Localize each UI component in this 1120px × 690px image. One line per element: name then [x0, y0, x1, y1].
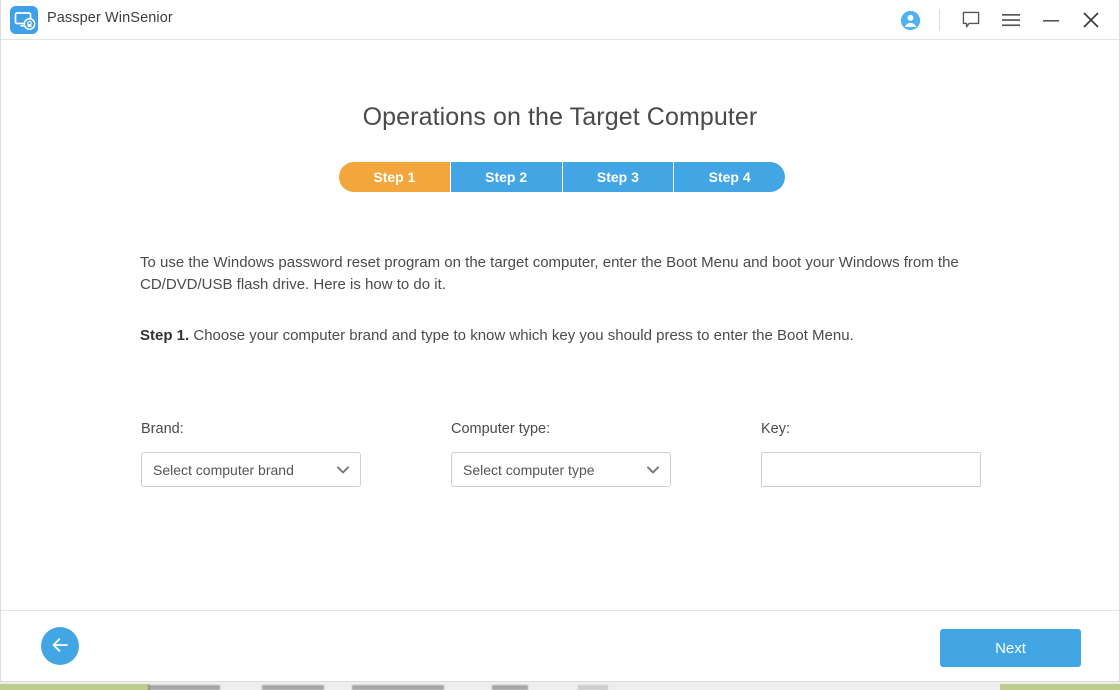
titlebar-divider — [939, 9, 940, 31]
chevron-down-icon — [647, 465, 670, 474]
tab-step-1[interactable]: Step 1 — [339, 162, 451, 192]
brand-select[interactable]: Select computer brand — [141, 452, 361, 487]
footer-bar: Next — [1, 610, 1119, 680]
close-icon[interactable] — [1076, 0, 1106, 40]
computer-type-select-value: Select computer type — [463, 461, 595, 478]
title-bar: Passper WinSenior — [1, 0, 1119, 40]
main-content: Operations on the Target Computer Step 1… — [1, 40, 1119, 610]
chevron-down-icon — [337, 465, 360, 474]
intro-paragraph: To use the Windows password reset progra… — [140, 254, 959, 293]
computer-type-select[interactable]: Select computer type — [451, 452, 671, 487]
speech-bubble-icon[interactable] — [956, 0, 986, 40]
computer-type-label: Computer type: — [451, 421, 551, 437]
page-title: Operations on the Target Computer — [362, 103, 758, 131]
step-instruction: Step 1. Choose your computer brand and t… — [140, 325, 980, 347]
key-input[interactable] — [761, 452, 981, 487]
brand-label: Brand: — [141, 421, 184, 437]
arrow-left-icon — [50, 636, 70, 657]
tab-step-2[interactable]: Step 2 — [450, 162, 563, 192]
back-button[interactable] — [41, 627, 79, 665]
tab-step-4[interactable]: Step 4 — [674, 162, 785, 192]
hamburger-menu-icon[interactable] — [996, 0, 1026, 40]
application-window: Passper WinSenior Operations on the Targ… — [0, 0, 1120, 682]
monitor-lock-icon — [10, 6, 38, 34]
minimize-icon[interactable] — [1036, 0, 1066, 40]
step-progress-tabs: Step 1 Step 2 Step 3 Step 4 — [339, 162, 785, 192]
next-button[interactable]: Next — [940, 629, 1081, 667]
brand-select-value: Select computer brand — [153, 461, 294, 478]
account-circle-icon[interactable] — [895, 0, 925, 40]
desktop-taskbar — [0, 681, 1120, 690]
step-instruction-lead: Step 1. — [140, 327, 190, 344]
step-instruction-text: Choose your computer brand and type to k… — [189, 327, 854, 344]
tab-step-3[interactable]: Step 3 — [562, 162, 675, 192]
app-title: Passper WinSenior — [47, 10, 173, 26]
key-label: Key: — [761, 421, 791, 437]
